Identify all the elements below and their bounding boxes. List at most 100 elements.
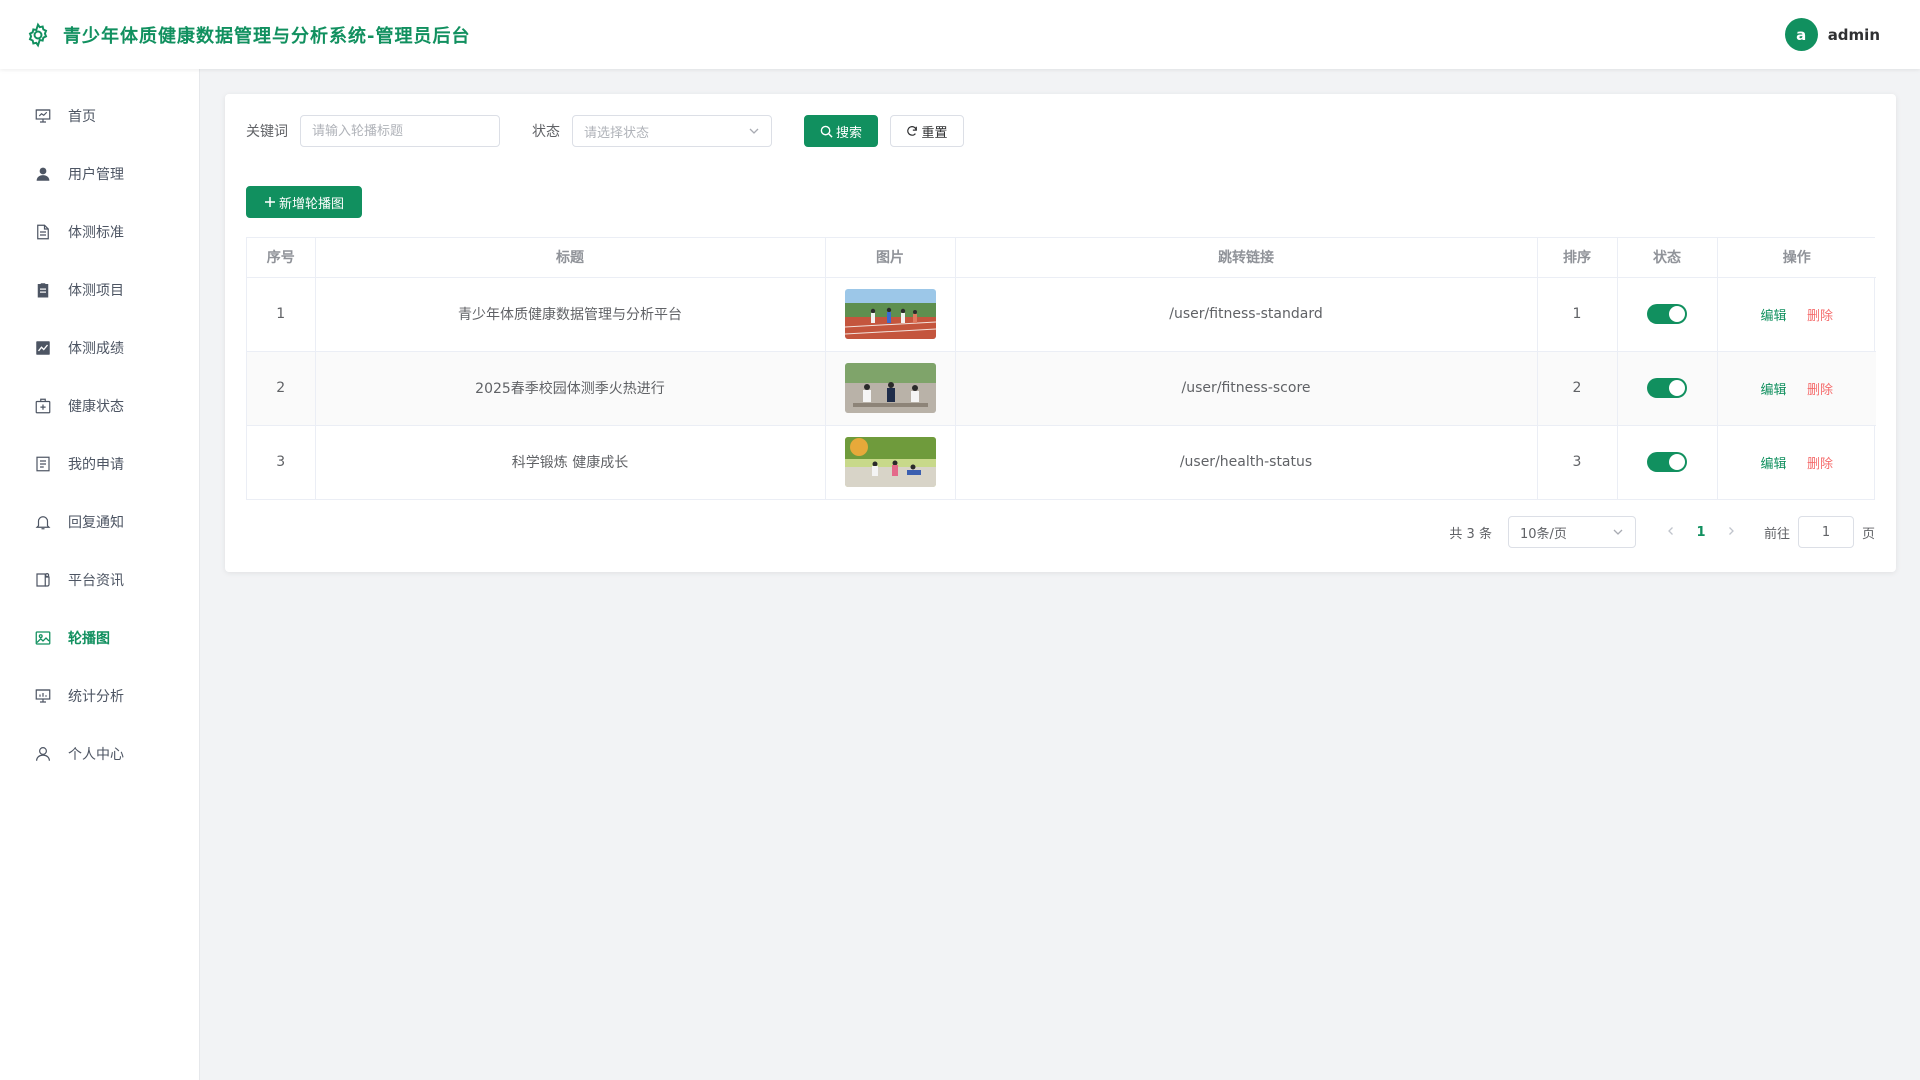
- delete-button[interactable]: 删除: [1807, 309, 1833, 324]
- sidebar-item-health-status[interactable]: 健康状态: [0, 377, 199, 435]
- table-header-row: 序号 标题 图片 跳转链接 排序 状态 操作: [247, 238, 1876, 278]
- page-unit-label: 页: [1861, 526, 1875, 542]
- add-carousel-button[interactable]: 新增轮播图: [246, 186, 362, 218]
- sidebar-item-label: 体测项目: [68, 283, 124, 299]
- sidebar-item-label: 体测标准: [68, 225, 124, 241]
- row-title: 青少年体质健康数据管理与分析平台: [315, 277, 826, 352]
- next-page-icon[interactable]: [1716, 525, 1746, 540]
- sidebar-item-my-applications[interactable]: 我的申请: [0, 435, 199, 493]
- medical-box-icon: [34, 397, 52, 415]
- sidebar-item-label: 用户管理: [68, 167, 124, 183]
- sidebar-item-fitness-items[interactable]: 体测项目: [0, 261, 199, 319]
- status-toggle[interactable]: [1647, 452, 1687, 473]
- edit-button[interactable]: 编辑: [1761, 383, 1787, 398]
- search-button[interactable]: 搜索: [804, 115, 878, 147]
- column-header: 操作: [1717, 238, 1876, 278]
- page-size-select[interactable]: 10条/页: [1507, 516, 1636, 548]
- sidebar-item-profile[interactable]: 个人中心: [0, 725, 199, 783]
- sidebar-item-home[interactable]: 首页: [0, 87, 199, 145]
- status-placeholder: 请选择状态: [584, 125, 650, 141]
- row-title: 2025春季校园体测季火热进行: [315, 351, 826, 426]
- bell-icon: [34, 513, 52, 531]
- column-header: 序号: [247, 238, 316, 278]
- status-toggle[interactable]: [1647, 378, 1687, 398]
- row-link: /user/fitness-score: [955, 351, 1538, 426]
- column-header: 标题: [315, 238, 826, 278]
- sidebar-item-notifications[interactable]: 回复通知: [0, 493, 199, 551]
- column-header: 图片: [825, 238, 956, 278]
- row-sort: 3: [1537, 425, 1618, 499]
- row-actions: 编辑 删除: [1717, 277, 1876, 352]
- carousel-thumbnail[interactable]: [844, 363, 936, 413]
- top-header: 青少年体质健康数据管理与分析系统-管理员后台 a admin: [0, 0, 1920, 69]
- tickets-icon: [34, 455, 52, 473]
- page-number[interactable]: 1: [1686, 525, 1716, 540]
- chart-icon: [34, 339, 52, 357]
- sidebar-item-label: 轮播图: [68, 631, 110, 647]
- sidebar-item-label: 平台资讯: [68, 573, 124, 589]
- carousel-thumbnail[interactable]: [844, 437, 936, 488]
- document-icon: [34, 223, 52, 241]
- reset-button-label: 重置: [921, 125, 948, 141]
- row-sort: 2: [1537, 351, 1618, 426]
- sidebar-item-statistics[interactable]: 统计分析: [0, 667, 199, 725]
- sidebar-item-carousel[interactable]: 轮播图: [0, 609, 199, 667]
- edit-button[interactable]: 编辑: [1761, 457, 1787, 472]
- row-status-cell: [1617, 351, 1718, 426]
- add-carousel-label: 新增轮播图: [278, 196, 344, 212]
- content-card: 关键词 状态 请选择状态 搜索 重置 新增轮播图: [225, 94, 1896, 572]
- row-index: 2: [247, 351, 316, 426]
- status-label: 状态: [532, 124, 560, 140]
- plus-icon: [264, 196, 276, 208]
- delete-button[interactable]: 删除: [1807, 383, 1833, 398]
- username[interactable]: admin: [1828, 26, 1880, 44]
- keyword-label: 关键词: [246, 124, 288, 140]
- avatar[interactable]: a: [1784, 18, 1818, 51]
- total-count: 共 3 条: [1449, 526, 1492, 542]
- row-link: /user/health-status: [955, 425, 1538, 499]
- sidebar-item-news[interactable]: 平台资讯: [0, 551, 199, 609]
- gear-icon[interactable]: [25, 22, 51, 48]
- news-icon: [34, 571, 52, 589]
- toggle-knob: [1669, 454, 1685, 471]
- filter-bar: 关键词 状态 请选择状态 搜索 重置: [246, 115, 964, 147]
- sidebar-item-users[interactable]: 用户管理: [0, 145, 199, 203]
- chevron-down-icon: [748, 125, 760, 137]
- status-toggle[interactable]: [1647, 304, 1687, 324]
- chevron-down-icon: [1612, 526, 1624, 538]
- goto-label: 前往: [1763, 526, 1790, 542]
- search-icon: [820, 125, 833, 138]
- statistics-icon: [34, 687, 52, 705]
- carousel-thumbnail[interactable]: [844, 289, 936, 339]
- sidebar-item-fitness-scores[interactable]: 体测成绩: [0, 319, 199, 377]
- prev-page-icon[interactable]: [1656, 525, 1686, 540]
- row-index: 1: [247, 277, 316, 352]
- picture-icon: [34, 629, 52, 647]
- keyword-input[interactable]: [300, 115, 500, 147]
- carousel-table: 序号 标题 图片 跳转链接 排序 状态 操作 1 青少年体质健康数据管理与分析平…: [246, 237, 1876, 500]
- status-select[interactable]: 请选择状态: [572, 115, 772, 147]
- sidebar-item-fitness-standard[interactable]: 体测标准: [0, 203, 199, 261]
- goto-page-input[interactable]: [1797, 516, 1854, 548]
- table-row: 1 青少年体质健康数据管理与分析平台 /user/fitness-standar…: [247, 277, 1876, 352]
- row-image-cell: [825, 351, 956, 426]
- page-size-value: 10条/页: [1519, 526, 1567, 542]
- row-title: 科学锻炼 健康成长: [315, 425, 826, 499]
- row-index: 3: [247, 425, 316, 499]
- sidebar-menu: 首页 用户管理 体测标准 体测项目 体测成绩 健康状态 我的申请 回复通知 平台…: [0, 69, 199, 783]
- app-title: 青少年体质健康数据管理与分析系统-管理员后台: [63, 25, 471, 47]
- sidebar-item-label: 首页: [68, 109, 96, 125]
- delete-button[interactable]: 删除: [1807, 457, 1833, 472]
- dashboard-icon: [34, 107, 52, 125]
- search-button-label: 搜索: [835, 125, 862, 141]
- row-sort: 1: [1537, 277, 1618, 352]
- refresh-icon: [906, 125, 918, 137]
- sidebar: 首页 用户管理 体测标准 体测项目 体测成绩 健康状态 我的申请 回复通知 平台…: [0, 69, 200, 1080]
- table-row: 3 科学锻炼 健康成长 /user/health-status 3 编辑 删除: [247, 425, 1876, 499]
- row-image-cell: [825, 277, 956, 352]
- reset-button[interactable]: 重置: [890, 115, 964, 147]
- user-menu[interactable]: a admin: [1784, 18, 1880, 51]
- sidebar-item-label: 体测成绩: [68, 341, 124, 357]
- row-status-cell: [1617, 425, 1718, 499]
- edit-button[interactable]: 编辑: [1761, 309, 1787, 324]
